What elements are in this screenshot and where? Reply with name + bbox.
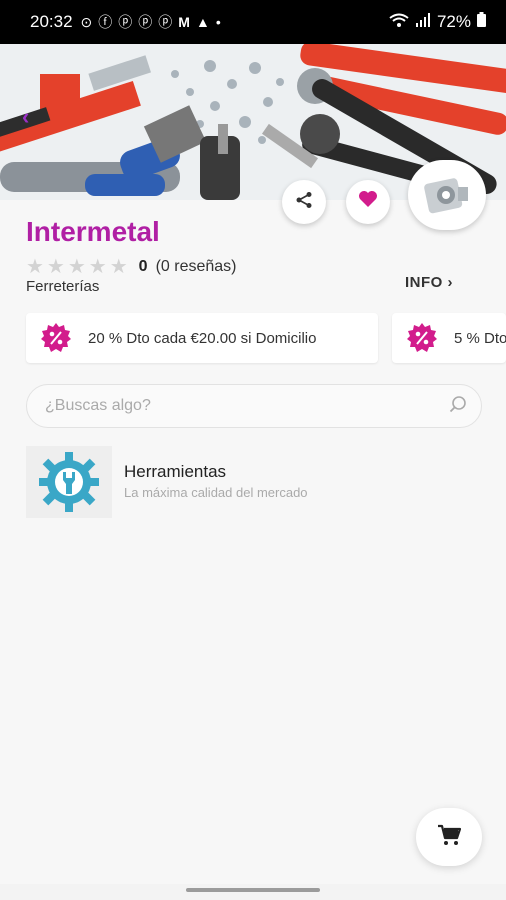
pinterest-icon: ⓟ bbox=[118, 14, 133, 30]
pinterest-icon: ⓟ bbox=[158, 14, 173, 30]
list-item[interactable]: Herramientas La máxima calidad del merca… bbox=[26, 446, 482, 520]
info-button[interactable]: INFO › bbox=[405, 274, 453, 291]
back-arrow-icon[interactable]: ‹ bbox=[22, 104, 29, 130]
rating-count: 0 bbox=[138, 257, 148, 275]
facebook-icon: ⓕ bbox=[98, 14, 113, 30]
favorite-button[interactable] bbox=[346, 180, 390, 224]
promo-card[interactable]: 20 % Dto cada €20.00 si Domicilio bbox=[26, 313, 378, 363]
rating-stars: ★★★★★ bbox=[26, 256, 131, 278]
signal-icon bbox=[415, 12, 431, 32]
home-gesture-pill[interactable] bbox=[186, 888, 320, 892]
gmail-icon: M bbox=[178, 14, 190, 30]
store-category: Ferreterías bbox=[26, 278, 100, 295]
status-time: 20:32 bbox=[30, 12, 73, 31]
product-subtitle: La máxima calidad del mercado bbox=[124, 485, 308, 500]
battery-percent: 72% bbox=[436, 12, 471, 31]
cart-icon bbox=[437, 824, 462, 851]
promo-card[interactable]: 5 % Dto bbox=[392, 313, 506, 363]
store-name: Intermetal bbox=[26, 216, 160, 247]
notification-icons: ⊙ ⓕ ⓟ ⓟ ⓟ M ▲ • bbox=[81, 12, 221, 32]
percent-badge-icon bbox=[41, 323, 71, 352]
nav-icon: ▲ bbox=[195, 14, 210, 30]
search-bar[interactable] bbox=[26, 384, 482, 428]
percent-badge-icon bbox=[407, 323, 437, 352]
search-input[interactable] bbox=[45, 397, 449, 415]
store-rating: ★★★★★ 0 (0 reseñas) bbox=[26, 254, 236, 279]
cart-button[interactable] bbox=[416, 808, 482, 866]
search-icon[interactable] bbox=[449, 395, 467, 418]
pinterest-icon: ⓟ bbox=[138, 14, 153, 30]
heart-icon bbox=[358, 190, 378, 214]
wifi-icon bbox=[389, 12, 409, 32]
gear-wrench-icon bbox=[39, 452, 99, 512]
system-nav-bar bbox=[0, 884, 506, 900]
promo-text: 20 % Dto cada €20.00 si Domicilio bbox=[88, 329, 317, 347]
store-logo bbox=[408, 160, 486, 230]
battery-icon bbox=[477, 12, 486, 32]
promo-text: 5 % Dto bbox=[454, 329, 506, 347]
dot-icon: • bbox=[215, 14, 221, 30]
product-thumbnail bbox=[26, 446, 112, 518]
share-icon bbox=[295, 191, 313, 214]
notification-icon: ⊙ bbox=[80, 13, 93, 30]
product-title: Herramientas bbox=[124, 462, 227, 481]
status-bar: 20:32 ⊙ ⓕ ⓟ ⓟ ⓟ M ▲ • 72% bbox=[0, 0, 506, 44]
reviews-link[interactable]: (0 reseñas) bbox=[156, 258, 237, 276]
share-button[interactable] bbox=[282, 180, 326, 224]
